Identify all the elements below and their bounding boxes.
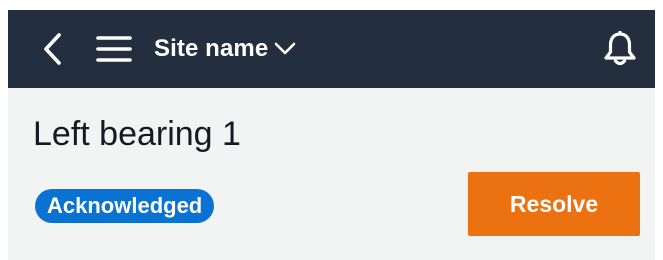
site-name-label: Site name xyxy=(154,35,269,62)
bell-icon xyxy=(604,31,636,66)
status-badge: Acknowledged xyxy=(35,189,215,223)
top-navigation-bar: Site name xyxy=(8,10,655,88)
hamburger-menu-icon xyxy=(96,36,132,62)
page-title: Left bearing 1 xyxy=(33,115,241,153)
menu-button[interactable] xyxy=(92,29,136,69)
notifications-button[interactable] xyxy=(598,27,642,71)
app-frame: Site name Left bearing 1 Acknowledged Re… xyxy=(8,10,655,260)
back-button[interactable] xyxy=(32,27,72,71)
site-selector-dropdown[interactable]: Site name xyxy=(154,32,296,66)
chevron-left-icon xyxy=(44,33,61,65)
chevron-down-icon xyxy=(274,42,296,56)
resolve-button[interactable]: Resolve xyxy=(468,172,640,236)
